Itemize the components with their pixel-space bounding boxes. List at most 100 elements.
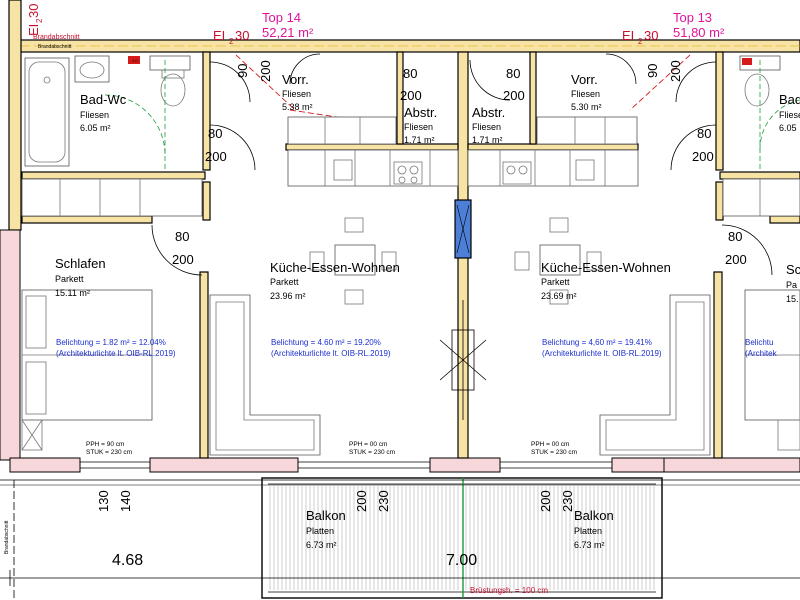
dim-200-right: 200 <box>538 490 553 512</box>
svg-text:STUK = 230 cm: STUK = 230 cm <box>86 449 132 456</box>
door-dim-entry-right-200: 200 <box>668 60 683 82</box>
room-abstr-right: Abstr. Fliesen 1.71 m² <box>472 105 505 145</box>
room-abstr-left: Abstr. Fliesen 1.71 m² <box>404 105 437 145</box>
svg-text:Balkon: Balkon <box>574 508 614 523</box>
room-kew-left: Küche-Essen-Wohnen Parkett 23.96 m² <box>270 260 400 301</box>
floor-plan: Brandabschnitt Brandabschnitt Brandabsch… <box>0 0 800 600</box>
svg-text:Bad-: Bad- <box>779 92 800 107</box>
svg-text:Fliesen: Fliesen <box>472 122 501 132</box>
svg-text:STUK = 230 cm: STUK = 230 cm <box>531 449 577 456</box>
svg-text:200: 200 <box>400 88 422 103</box>
svg-text:6.73 m²: 6.73 m² <box>306 540 337 550</box>
width-dim-468: 4.68 <box>112 552 143 569</box>
svg-text:Abstr.: Abstr. <box>472 105 505 120</box>
door-dim-entry-left-200: 200 <box>258 60 273 82</box>
svg-text:1.0: 1.0 <box>132 58 138 63</box>
svg-text:PPH = 00 cm: PPH = 00 cm <box>531 441 569 448</box>
window-height-2: PPH = 00 cm STUK = 230 cm <box>349 441 395 456</box>
svg-text:Parkett: Parkett <box>55 274 84 284</box>
dim-230-left: 230 <box>376 490 391 512</box>
door-dim-abstr-right: 80 200 <box>503 66 525 103</box>
dim-200-left: 200 <box>354 490 369 512</box>
room-balkon-right: Balkon Platten 6.73 m² <box>574 508 614 550</box>
svg-text:200: 200 <box>172 252 194 267</box>
svg-text:Fliesen: Fliesen <box>779 110 800 120</box>
svg-text:Belichtu: Belichtu <box>745 338 773 347</box>
brandabschnitt-label-2: Brandabschnitt <box>38 44 72 50</box>
svg-text:EI: EI <box>622 28 634 43</box>
width-dim-700: 7.00 <box>446 552 477 569</box>
belichtung-kew-right: Belichtung = 4,60 m² = 19.41% (Architekt… <box>542 338 662 358</box>
svg-text:1.71 m²: 1.71 m² <box>404 135 435 145</box>
dim-230-right: 230 <box>560 490 575 512</box>
svg-text:80: 80 <box>175 229 189 244</box>
svg-text:Sc: Sc <box>786 262 800 277</box>
svg-text:Vorr.: Vorr. <box>282 72 309 87</box>
svg-text:Platten: Platten <box>306 526 334 536</box>
svg-text:Platten: Platten <box>574 526 602 536</box>
svg-text:6.05: 6.05 <box>779 123 797 133</box>
svg-text:80: 80 <box>403 66 417 81</box>
svg-text:Pa: Pa <box>786 280 797 290</box>
room-bad-right: Bad- Fliesen 6.05 <box>779 92 800 133</box>
svg-text:Fliesen: Fliesen <box>80 110 109 120</box>
bruestung-label: Brüstungsh. = 100 cm <box>470 586 548 595</box>
unit-top14-area: 52,21 m² <box>262 25 314 40</box>
svg-text:30: 30 <box>26 4 41 18</box>
svg-text:6.05 m²: 6.05 m² <box>80 123 111 133</box>
svg-text:Küche-Essen-Wohnen: Küche-Essen-Wohnen <box>541 260 671 275</box>
svg-text:15.: 15. <box>786 294 799 304</box>
left-fire-rating: EI 2 30 <box>26 4 44 36</box>
svg-text:EI: EI <box>213 28 225 43</box>
svg-text:PPH = 00 cm: PPH = 00 cm <box>349 441 387 448</box>
svg-text:Belichtung = 1.82 m² = 12.04%: Belichtung = 1.82 m² = 12.04% <box>56 338 166 347</box>
svg-text:200: 200 <box>205 149 227 164</box>
belichtung-kew-left: Belichtung = 4.60 m² = 19.20% (Architekt… <box>271 338 391 358</box>
svg-text:(Architekturlichte lt. OIB-RL.: (Architekturlichte lt. OIB-RL.2019) <box>56 349 176 358</box>
svg-text:2: 2 <box>229 37 234 46</box>
bed-right <box>744 289 800 451</box>
svg-text:5.30 m²: 5.30 m² <box>571 102 602 112</box>
svg-text:Küche-Essen-Wohnen: Küche-Essen-Wohnen <box>270 260 400 275</box>
svg-text:(Architek: (Architek <box>745 349 778 358</box>
door-dim-bedroom-right: 80 200 <box>725 229 747 267</box>
unit-top13-area: 51,80 m² <box>673 25 725 40</box>
svg-text:Parkett: Parkett <box>270 277 299 287</box>
window-height-1: PPH = 90 cm STUK = 230 cm <box>86 441 132 456</box>
svg-text:Fliesen: Fliesen <box>404 122 433 132</box>
room-bad-left: Bad-Wc Fliesen 6.05 m² <box>80 92 127 133</box>
wardrobe-right <box>722 178 800 217</box>
svg-text:80: 80 <box>208 126 222 141</box>
svg-text:Bad-Wc: Bad-Wc <box>80 92 127 107</box>
svg-text:Belichtung = 4,60 m² = 19.41%: Belichtung = 4,60 m² = 19.41% <box>542 338 652 347</box>
svg-text:Fliesen: Fliesen <box>571 89 600 99</box>
room-vorr-left: Vorr. Fliesen 5.38 m² <box>282 72 313 112</box>
svg-text:200: 200 <box>692 149 714 164</box>
svg-text:Balkon: Balkon <box>306 508 346 523</box>
svg-text:200: 200 <box>725 252 747 267</box>
svg-text:80: 80 <box>506 66 520 81</box>
unit-top13-name: Top 13 <box>673 10 712 25</box>
door-dim-bedroom-left: 80 200 <box>172 229 194 267</box>
svg-text:Parkett: Parkett <box>541 277 570 287</box>
dim-140: 140 <box>118 490 133 512</box>
window-symbol-center <box>439 300 487 420</box>
svg-text:30: 30 <box>235 28 249 43</box>
door-dim-bad-right: 80 200 <box>692 126 714 164</box>
svg-text:Fliesen: Fliesen <box>282 89 311 99</box>
wardrobe-left <box>21 178 203 217</box>
svg-text:Belichtung = 4.60 m² = 19.20%: Belichtung = 4.60 m² = 19.20% <box>271 338 381 347</box>
dim-130: 130 <box>96 490 111 512</box>
svg-text:1.71 m²: 1.71 m² <box>472 135 503 145</box>
svg-text:STUK = 230 cm: STUK = 230 cm <box>349 449 395 456</box>
svg-text:23.96 m²: 23.96 m² <box>270 291 306 301</box>
svg-text:Vorr.: Vorr. <box>571 72 598 87</box>
svg-text:5.38 m²: 5.38 m² <box>282 102 313 112</box>
svg-text:EI: EI <box>26 24 41 36</box>
svg-text:PPH = 90 cm: PPH = 90 cm <box>86 441 124 448</box>
brandabschnitt-label-3: Brandabschnitt <box>4 520 10 554</box>
svg-text:(Architekturlichte lt. OIB-RL.: (Architekturlichte lt. OIB-RL.2019) <box>542 349 662 358</box>
svg-text:200: 200 <box>503 88 525 103</box>
svg-text:2: 2 <box>638 37 643 46</box>
window-height-3: PPH = 00 cm STUK = 230 cm <box>531 441 577 456</box>
